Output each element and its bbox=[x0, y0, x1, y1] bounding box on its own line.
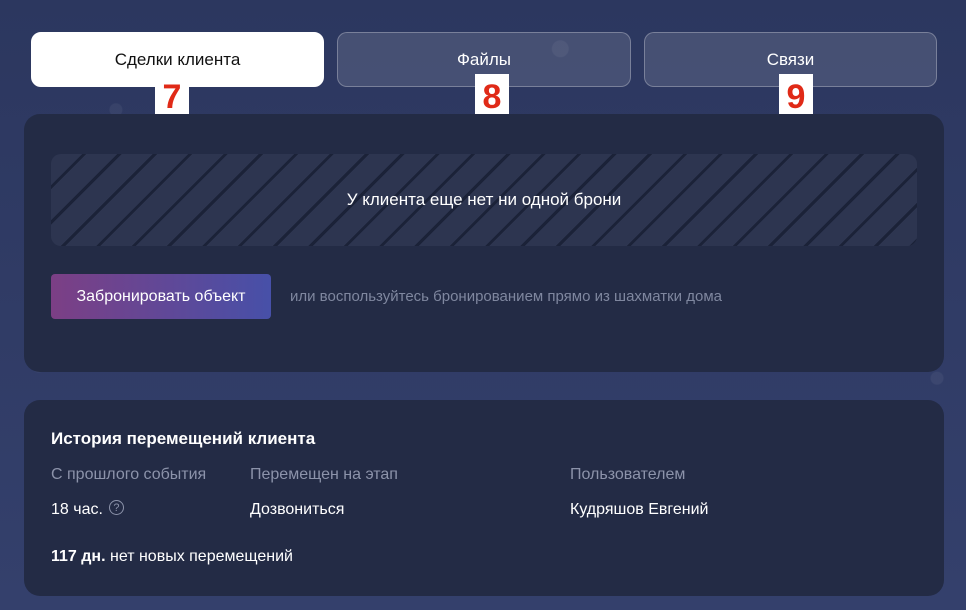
history-since-cell: 18 час.? bbox=[51, 500, 124, 519]
column-header-since: С прошлого события bbox=[51, 466, 207, 483]
help-icon[interactable]: ? bbox=[108, 500, 124, 516]
tab-links-label: Связи bbox=[766, 49, 815, 69]
history-user-value: Кудряшов Евгений bbox=[570, 501, 709, 518]
history-since-value: 18 час. bbox=[51, 501, 103, 518]
booking-hint-text: или воспользуйтесь бронированием прямо и… bbox=[290, 288, 722, 305]
history-summary: 117 дн. нет новых перемещений bbox=[51, 548, 293, 566]
book-object-button[interactable]: Забронировать объект bbox=[51, 274, 271, 319]
empty-bookings-placeholder: У клиента еще нет ни одной брони bbox=[51, 154, 917, 246]
history-panel: История перемещений клиента С прошлого с… bbox=[24, 400, 944, 596]
summary-text: нет новых перемещений bbox=[109, 548, 293, 565]
column-header-user: Пользователем bbox=[570, 466, 686, 483]
deals-panel: У клиента еще нет ни одной брони Заброни… bbox=[24, 114, 944, 372]
summary-days: 117 дн. bbox=[51, 548, 106, 565]
empty-bookings-text: У клиента еще нет ни одной брони bbox=[346, 190, 622, 209]
column-header-stage: Перемещен на этап bbox=[250, 466, 398, 483]
tab-files-label: Файлы bbox=[456, 49, 511, 69]
history-stage-value: Дозвониться bbox=[250, 501, 345, 518]
tab-client-deals-label: Сделки клиента bbox=[114, 49, 241, 69]
history-title: История перемещений клиента bbox=[51, 429, 316, 448]
